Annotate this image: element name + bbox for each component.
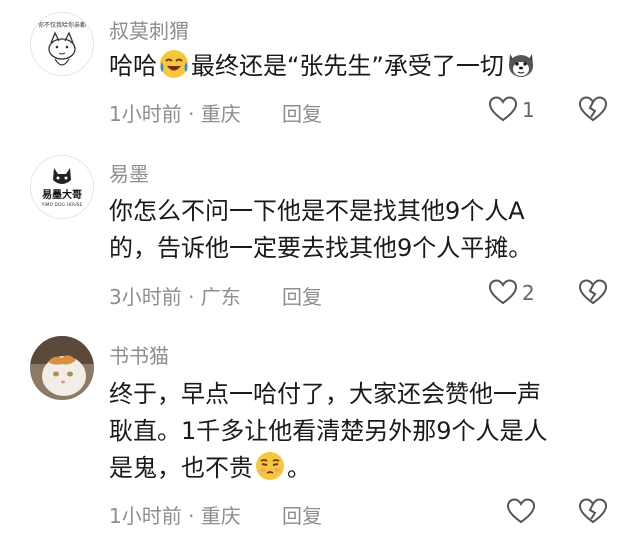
heart-icon[interactable] [506, 497, 536, 525]
avatar-cat-sketch-icon: 你不仅我哈你亲都 [31, 13, 93, 75]
avatar[interactable] [30, 336, 94, 400]
comment-text-line: 终于，早点一哈付了，大家还会赞他一声 [109, 380, 541, 408]
laughing-tears-emoji [160, 50, 188, 78]
avatar[interactable]: 你不仅我哈你亲都 [30, 12, 94, 76]
comment-text-line: 你怎么不问一下他是不是找其他9个人A [109, 197, 525, 225]
comment-text: 哈哈 最终还是“张先生”承受了一切 [109, 48, 609, 85]
comment-meta: 1小时前 · 重庆 [109, 504, 241, 528]
comment-text: 终于，早点一哈付了，大家还会赞他一声 耿直。1千多让他看清楚另外那9个人是人 是… [109, 376, 609, 487]
avatar-dog-logo-icon: 易墨大哥 YIMO DOG HOUSE [31, 156, 93, 218]
comment-text-part: 哈哈 [109, 52, 157, 80]
heart-icon[interactable] [488, 95, 518, 123]
comment-text-line: 是鬼，也不贵 。 [109, 450, 609, 487]
like-count: 2 [522, 281, 535, 305]
reply-button[interactable]: 回复 [282, 500, 322, 529]
reply-button[interactable]: 回复 [282, 281, 322, 310]
avatar-cat-photo-icon [30, 336, 94, 400]
comment-text-line: 耿直。1千多让他看清楚另外那9个人是人 [109, 417, 548, 445]
comment-meta: 1小时前 · 重庆 [109, 102, 241, 126]
heart-icon[interactable] [488, 278, 518, 306]
like-count: 1 [522, 98, 535, 122]
smirking-face-emoji [256, 452, 284, 480]
reply-button[interactable]: 回复 [282, 98, 322, 127]
broken-heart-icon[interactable] [578, 278, 608, 306]
broken-heart-icon[interactable] [578, 95, 608, 123]
comment-text-part: 最终还是“张先生”承受了一切 [191, 52, 504, 80]
comment-meta: 3小时前 · 广东 [109, 285, 241, 309]
comment-username[interactable]: 书书猫 [109, 340, 169, 369]
avatar[interactable]: 易墨大哥 YIMO DOG HOUSE [30, 155, 94, 219]
avatar-subcaption: YIMO DOG HOUSE [41, 202, 83, 208]
comment-text-part: 是鬼，也不贵 [109, 454, 253, 482]
comment-text-part: 。 [287, 454, 311, 482]
comment-text-line: 哈哈 最终还是“张先生”承受了一切 [109, 48, 609, 85]
comment-username[interactable]: 易墨 [109, 158, 149, 187]
comment-username[interactable]: 叔莫刺猬 [109, 15, 189, 44]
avatar-caption: 易墨大哥 [42, 188, 82, 201]
avatar-caption: 你不仅我哈你亲都 [38, 21, 86, 29]
husky-dog-emoji [508, 54, 533, 77]
comment-text: 你怎么不问一下他是不是找其他9个人A 的，告诉他一定要去找其他9个人平摊。 [109, 193, 609, 267]
broken-heart-icon[interactable] [578, 497, 608, 525]
comment-text-line: 的，告诉他一定要去找其他9个人平摊。 [109, 234, 533, 262]
